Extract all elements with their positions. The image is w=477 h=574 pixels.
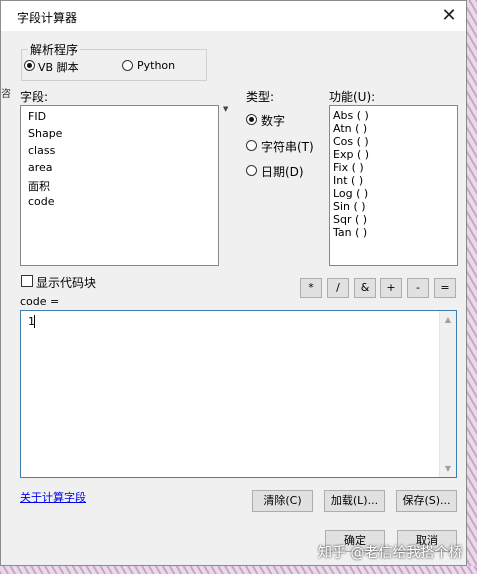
radio-python[interactable] <box>122 60 133 71</box>
close-icon[interactable]: ✕ <box>438 5 460 27</box>
window-title: 字段计算器 <box>17 11 78 25</box>
operator-concat-button[interactable]: & <box>354 278 376 298</box>
operator-multiply-button[interactable]: * <box>300 278 322 298</box>
field-item[interactable]: Shape <box>28 127 62 140</box>
show-codeblock-checkbox[interactable] <box>21 275 33 287</box>
field-item[interactable]: class <box>28 144 55 157</box>
fields-label: 字段: <box>20 90 49 104</box>
load-button[interactable]: 加载(L)... <box>324 490 385 512</box>
operator-equals-button[interactable]: = <box>434 278 456 298</box>
function-item[interactable]: Int ( ) <box>333 174 363 187</box>
expression-label: code = <box>20 295 60 308</box>
radio-vbscript-label: VB 脚本 <box>38 61 79 74</box>
parser-group-label: 解析程序 <box>28 41 81 58</box>
scroll-down-icon[interactable]: ▼ <box>440 460 456 477</box>
function-item[interactable]: Sqr ( ) <box>333 213 367 226</box>
function-item[interactable]: Sin ( ) <box>333 200 366 213</box>
clear-button[interactable]: 清除(C) <box>252 490 313 512</box>
background-map <box>467 0 477 574</box>
save-button[interactable]: 保存(S)... <box>396 490 457 512</box>
function-item[interactable]: Log ( ) <box>333 187 368 200</box>
operator-divide-button[interactable]: / <box>327 278 349 298</box>
radio-type-string[interactable] <box>246 140 257 151</box>
background-map-bottom <box>0 566 477 574</box>
radio-type-date-label: 日期(D) <box>261 165 304 179</box>
text-caret <box>34 315 35 328</box>
function-item[interactable]: Fix ( ) <box>333 161 364 174</box>
function-item[interactable]: Abs ( ) <box>333 109 369 122</box>
function-item[interactable]: Exp ( ) <box>333 148 369 161</box>
about-calculate-field-link[interactable]: 关于计算字段 <box>20 489 86 505</box>
field-item[interactable]: area <box>28 161 53 174</box>
radio-type-number-label: 数字 <box>261 114 286 128</box>
show-codeblock-label: 显示代码块 <box>36 276 97 290</box>
function-item[interactable]: Cos ( ) <box>333 135 369 148</box>
radio-type-string-label: 字符串(T) <box>261 140 314 154</box>
function-item[interactable]: Tan ( ) <box>333 226 367 239</box>
radio-type-date[interactable] <box>246 165 257 176</box>
expression-textarea[interactable]: 1 ▲ ▼ <box>20 310 457 478</box>
scroll-up-icon[interactable]: ▲ <box>440 311 456 328</box>
field-item[interactable]: FID <box>28 110 46 123</box>
radio-python-label: Python <box>137 59 176 72</box>
field-calculator-dialog: 字段计算器 ✕ 解析程序 VB 脚本 Python 咨 字段: FID Shap… <box>0 0 467 566</box>
watermark: 知乎 @老信给我搭个桥 <box>318 545 463 561</box>
functions-listbox[interactable]: Abs ( ) Atn ( ) Cos ( ) Exp ( ) Fix ( ) … <box>329 105 458 266</box>
fields-listbox[interactable]: FID Shape class area 面积 code <box>20 105 219 266</box>
radio-type-number[interactable] <box>246 114 257 125</box>
radio-vbscript[interactable] <box>24 60 35 71</box>
sort-down-icon[interactable]: ▼ <box>223 105 228 113</box>
operator-minus-button[interactable]: - <box>407 278 429 298</box>
field-item[interactable]: code <box>28 195 55 208</box>
background-left-char: 咨 <box>1 89 11 100</box>
functions-label: 功能(U): <box>329 90 376 104</box>
type-label: 类型: <box>246 90 275 104</box>
title-bar: 字段计算器 ✕ <box>1 1 466 31</box>
function-item[interactable]: Atn ( ) <box>333 122 367 135</box>
field-item[interactable]: 面积 <box>28 178 50 194</box>
operator-plus-button[interactable]: + <box>380 278 402 298</box>
expression-scrollbar[interactable]: ▲ ▼ <box>439 311 456 477</box>
